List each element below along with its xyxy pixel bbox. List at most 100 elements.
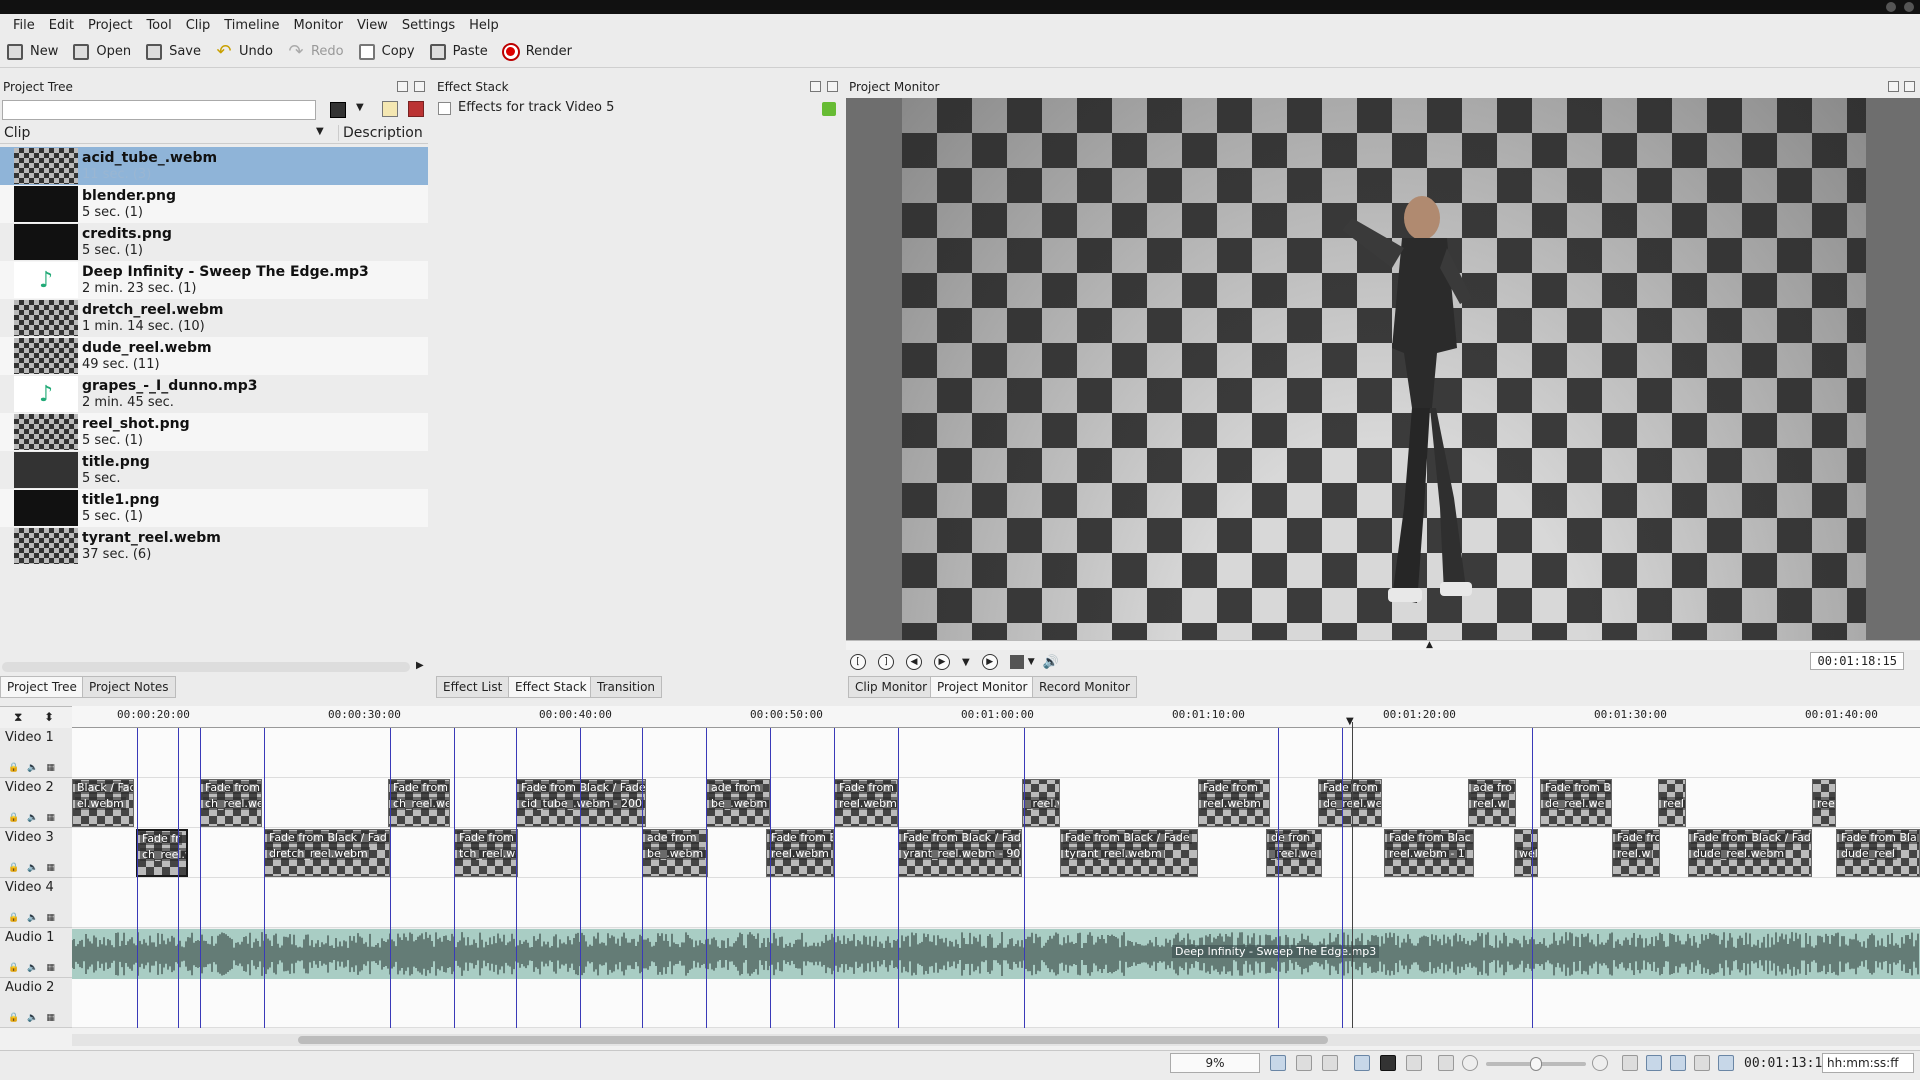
guide-line[interactable] — [834, 728, 835, 1028]
timeline-clip[interactable]: Fade from Black / Fad yrant_reel.webm - 9… — [898, 829, 1022, 877]
close-window-icon[interactable] — [1904, 2, 1914, 12]
timeline-clip[interactable]: reel — [1658, 779, 1686, 827]
menu-settings[interactable]: Settings — [395, 18, 462, 33]
timeline-clip[interactable]: Black / Fad el.webm — [72, 779, 134, 827]
clip-item[interactable]: acid_tube_.webm 11 sec. (3) — [0, 147, 428, 185]
timeline-clip[interactable]: Fade from Black / Fade cid_tube_.webm - 2… — [516, 779, 646, 827]
guide-line[interactable] — [200, 728, 201, 1028]
selection-tool-icon[interactable] — [1354, 1055, 1370, 1071]
clip-item[interactable]: title.png 5 sec. — [0, 451, 428, 489]
monitor-timecode-field[interactable]: 00:01:18:15 — [1810, 652, 1904, 670]
guide-line[interactable] — [516, 728, 517, 1028]
timeline-clip[interactable]: Fade from B reel.webm — [766, 829, 834, 877]
clip-item[interactable]: ♪ Deep Infinity - Sweep The Edge.mp3 2 mi… — [0, 261, 428, 299]
copy-button[interactable]: Copy — [358, 43, 415, 61]
close-panel-icon[interactable] — [827, 81, 838, 92]
monitor-icon[interactable] — [1694, 1055, 1710, 1071]
float-panel-icon[interactable] — [397, 81, 408, 92]
tab-clip-monitor[interactable]: Clip Monitor — [848, 676, 935, 698]
timeline-clip[interactable]: de fron _reel.we — [1266, 829, 1322, 877]
timeline-hscrollbar[interactable] — [72, 1034, 1920, 1046]
split-audio-icon[interactable] — [1622, 1055, 1638, 1071]
float-panel-icon[interactable] — [1888, 81, 1899, 92]
menu-file[interactable]: File — [6, 18, 42, 33]
timeline-clip[interactable]: ade from be_.webm — [706, 779, 770, 827]
edit-clip-icon[interactable] — [382, 101, 398, 117]
guide-line[interactable] — [178, 728, 179, 1028]
open-button[interactable]: Open — [72, 43, 131, 61]
clip-item[interactable]: reel_shot.png 5 sec. (1) — [0, 413, 428, 451]
track-lane-audio-2[interactable] — [72, 978, 1920, 1028]
paste-button[interactable]: Paste — [429, 43, 488, 61]
tab-transition[interactable]: Transition — [590, 676, 663, 698]
delete-clip-icon[interactable] — [408, 101, 424, 117]
zoom-out-icon[interactable] — [1462, 1055, 1478, 1071]
track-lock-mute-icons[interactable]: 🔒🔈▦ — [8, 763, 63, 773]
set-zone-end-icon[interactable]: ] — [878, 654, 894, 670]
playhead-marker-icon[interactable]: ▼ — [1346, 716, 1354, 727]
clip-item[interactable]: credits.png 5 sec. (1) — [0, 223, 428, 261]
snap-icon[interactable] — [1646, 1055, 1662, 1071]
show-markers-icon[interactable] — [1322, 1055, 1338, 1071]
timeline-clip[interactable]: wel — [1514, 829, 1538, 877]
add-clip-icon[interactable] — [330, 102, 346, 118]
tab-project-monitor[interactable]: Project Monitor — [930, 676, 1035, 698]
close-panel-icon[interactable] — [1904, 81, 1915, 92]
menu-tool[interactable]: Tool — [139, 18, 178, 33]
menu-timeline[interactable]: Timeline — [217, 18, 286, 33]
timeline-clip[interactable]: Fade from reel.webm — [1198, 779, 1270, 827]
timeline-scroll-thumb[interactable] — [298, 1036, 1328, 1044]
menu-help[interactable]: Help — [462, 18, 506, 33]
guide-line[interactable] — [1342, 728, 1343, 1028]
clip-item[interactable]: blender.png 5 sec. (1) — [0, 185, 428, 223]
column-clip[interactable]: Clip — [4, 125, 30, 141]
menu-edit[interactable]: Edit — [42, 18, 81, 33]
spacer-tool-icon[interactable] — [1406, 1055, 1422, 1071]
track-lock-mute-icons[interactable]: 🔒🔈▦ — [8, 1013, 63, 1023]
tab-effect-list[interactable]: Effect List — [436, 676, 510, 698]
guide-line[interactable] — [898, 728, 899, 1028]
menu-clip[interactable]: Clip — [179, 18, 218, 33]
monitor-menu-icon[interactable] — [1009, 655, 1024, 669]
forward-icon[interactable]: ▶ — [981, 654, 998, 670]
new-button[interactable]: New — [6, 43, 58, 61]
timeline-clip[interactable]: Fade from ch_reel.we — [388, 779, 450, 827]
timeline-clip[interactable]: Fade fr ch_reel.w — [136, 829, 188, 877]
info-icon[interactable] — [822, 102, 836, 116]
collapse-tracks-icon[interactable]: ⧗ — [14, 710, 22, 725]
clip-item[interactable]: dretch_reel.webm 1 min. 14 sec. (10) — [0, 299, 428, 337]
track-header-video-4[interactable]: Video 4 🔒🔈▦ — [0, 878, 72, 928]
timeline-clip[interactable]: Fade from Black / Fade tyrant_reel.webm — [1060, 829, 1198, 877]
audio-thumbnails-icon[interactable] — [1296, 1055, 1312, 1071]
timecode-format-select[interactable]: hh:mm:ss:ff — [1822, 1053, 1914, 1073]
timeline-clip[interactable]: Fade from reel.webm — [834, 779, 898, 827]
track-options-icon[interactable]: ⬍ — [44, 710, 54, 724]
track-lane-video-4[interactable] — [72, 878, 1920, 928]
guide-line[interactable] — [580, 728, 581, 1028]
clip-item[interactable]: tyrant_reel.webm 37 sec. (6) — [0, 527, 428, 565]
render-button[interactable]: Render — [501, 42, 572, 61]
zoom-slider-knob[interactable] — [1530, 1057, 1542, 1071]
track-header-audio-1[interactable]: Audio 1 🔒🔈▦ — [0, 928, 72, 978]
track-header-video-1[interactable]: Video 1 🔒🔈▦ — [0, 728, 72, 778]
guide-line[interactable] — [454, 728, 455, 1028]
guide-line[interactable] — [390, 728, 391, 1028]
clip-item[interactable]: dude_reel.webm 49 sec. (11) — [0, 337, 428, 375]
project-tree-hscrollbar[interactable] — [2, 662, 410, 672]
play-options-chevron-icon[interactable]: ▼ — [962, 657, 970, 668]
track-lock-mute-icons[interactable]: 🔒🔈▦ — [8, 913, 63, 923]
timeline-clip[interactable]: Fade from Black / Fad dretch_reel.webm — [264, 829, 390, 877]
rewind-icon[interactable]: ◀ — [906, 654, 922, 670]
undo-button[interactable]: ↶ Undo — [215, 41, 273, 62]
video-preview[interactable] — [902, 98, 1866, 640]
timeline-clip[interactable]: Fade from ch_reel.we — [200, 779, 262, 827]
zoom-in-icon[interactable] — [1592, 1055, 1608, 1071]
timeline-clip[interactable]: Fade from B de_reel.we — [1540, 779, 1612, 827]
sort-icon[interactable]: ▼ — [316, 126, 324, 137]
monitor-ruler[interactable] — [846, 640, 1920, 650]
track-lock-mute-icons[interactable]: 🔒🔈▦ — [8, 963, 63, 973]
track-lock-mute-icons[interactable]: 🔒🔈▦ — [8, 813, 63, 823]
clip-item[interactable]: ♪ grapes_-_I_dunno.mp3 2 min. 45 sec. — [0, 375, 428, 413]
menu-view[interactable]: View — [350, 18, 395, 33]
razor-tool-icon[interactable] — [1380, 1055, 1396, 1071]
